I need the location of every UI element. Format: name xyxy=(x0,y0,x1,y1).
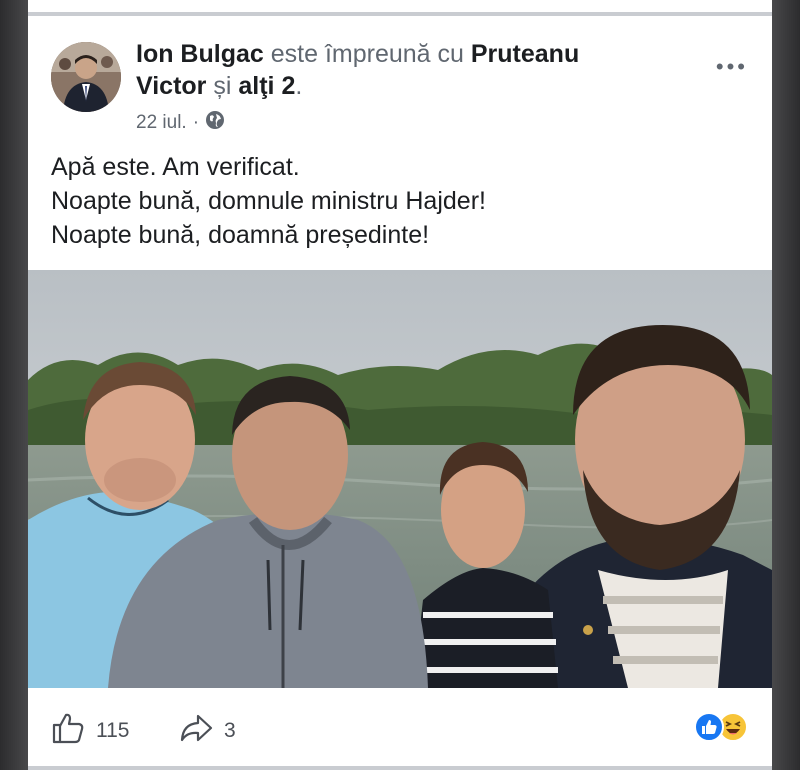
post-text-line: Noapte bună, domnule ministru Hajder! xyxy=(51,187,486,215)
post-meta: 22 iul. · xyxy=(136,110,225,136)
date-separator: · xyxy=(192,112,200,133)
globe-icon xyxy=(205,110,225,136)
like-count: 115 xyxy=(96,719,130,742)
post-text-line: Noapte bună, doamnă președinte! xyxy=(51,221,430,249)
author-name[interactable]: Ion Bulgac xyxy=(136,40,264,68)
and-text: și xyxy=(213,72,232,100)
post-date[interactable]: 22 iul. xyxy=(136,112,187,134)
share-arrow-icon xyxy=(178,710,214,752)
more-options-button[interactable]: ••• xyxy=(716,54,748,80)
author-avatar[interactable] xyxy=(51,42,121,112)
period: . xyxy=(295,72,303,100)
previous-post-edge xyxy=(28,0,772,16)
post-author-line: Ion Bulgac este împreună cu Pruteanu Vic… xyxy=(136,38,656,102)
share-action[interactable]: 3 xyxy=(178,710,236,752)
post-photo[interactable] xyxy=(28,270,772,688)
tagged-others[interactable]: alţi 2 xyxy=(238,72,295,100)
post-footer: 115 3 xyxy=(28,688,772,770)
share-count: 3 xyxy=(224,719,236,742)
like-reaction-icon xyxy=(694,712,724,747)
post-text-line: Apă este. Am verificat. xyxy=(51,153,300,181)
with-text: este împreună cu xyxy=(270,40,464,68)
next-post-edge xyxy=(28,766,772,770)
post-header: Ion Bulgac este împreună cu Pruteanu Vic… xyxy=(28,20,772,140)
post-card: Ion Bulgac este împreună cu Pruteanu Vic… xyxy=(28,0,772,770)
screen-frame-left xyxy=(0,0,28,770)
thumbs-up-icon xyxy=(50,710,86,752)
post-text: Apă este. Am verificat. Noapte bună, dom… xyxy=(51,150,751,252)
screen-frame-right xyxy=(772,0,800,770)
like-action[interactable]: 115 xyxy=(50,710,129,752)
reactions-summary[interactable] xyxy=(694,712,748,747)
